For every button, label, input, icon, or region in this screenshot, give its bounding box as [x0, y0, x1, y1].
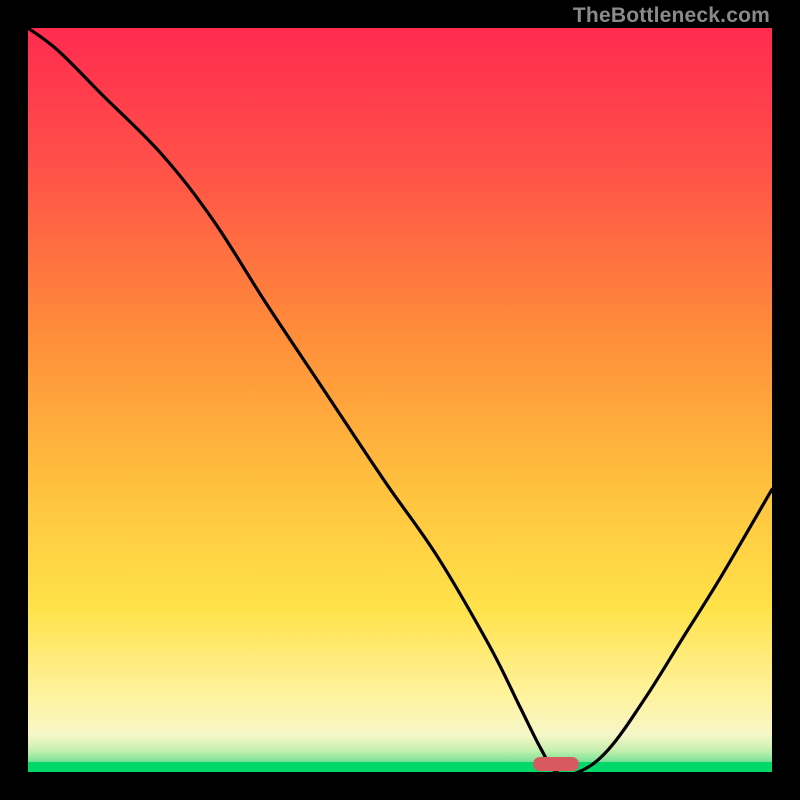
outer-frame: TheBottleneck.com: [0, 0, 800, 800]
plot-area: [28, 28, 772, 772]
watermark-text: TheBottleneck.com: [573, 4, 770, 28]
optimal-marker: [533, 757, 579, 771]
bottleneck-curve: [28, 28, 772, 772]
